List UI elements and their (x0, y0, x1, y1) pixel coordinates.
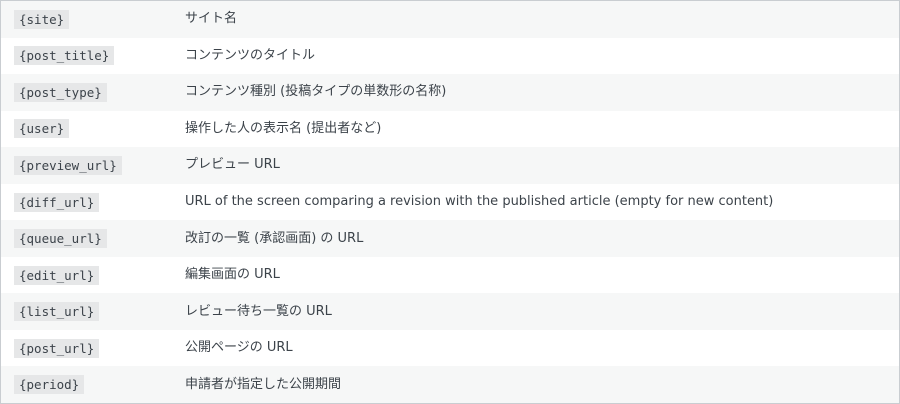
placeholder-cell: {site} (1, 9, 184, 29)
description-cell: サイト名 (185, 11, 238, 27)
placeholder-cell: {diff_url} (1, 192, 184, 212)
placeholder-cell: {edit_url} (1, 265, 184, 285)
table-row: {site} サイト名 (1, 1, 899, 38)
placeholder-cell: {post_title} (1, 46, 184, 66)
description-cell: レビュー待ち一覧の URL (185, 303, 332, 319)
placeholder-code: {diff_url} (14, 192, 100, 212)
placeholder-code: {user} (14, 119, 70, 139)
description-cell: 操作した人の表示名 (提出者など) (185, 120, 382, 136)
description-cell: 申請者が指定した公開期間 (185, 376, 342, 392)
description-cell: 編集画面の URL (185, 267, 280, 283)
placeholder-cell: {queue_url} (1, 229, 184, 249)
table-row: {period} 申請者が指定した公開期間 (1, 366, 899, 404)
table-row: {post_title} コンテンツのタイトル (1, 37, 899, 75)
placeholder-code: {post_url} (14, 338, 100, 358)
table-row: {edit_url} 編集画面の URL (1, 256, 899, 294)
placeholder-code: {queue_url} (14, 229, 107, 249)
placeholder-code: {site} (14, 9, 70, 29)
table-row: {diff_url} URL of the screen comparing a… (1, 183, 899, 221)
description-cell: コンテンツのタイトル (185, 47, 316, 63)
description-cell: コンテンツ種別 (投稿タイプの単数形の名称) (185, 84, 447, 100)
description-cell: URL of the screen comparing a revision w… (185, 194, 774, 209)
placeholder-table: {site} サイト名 {post_title} コンテンツのタイトル {pos… (0, 0, 900, 404)
placeholder-cell: {user} (1, 119, 184, 139)
description-cell: 公開ページの URL (185, 340, 293, 356)
placeholder-cell: {preview_url} (1, 155, 184, 175)
table-row: {preview_url} プレビュー URL (1, 147, 899, 184)
placeholder-cell: {period} (1, 375, 184, 395)
placeholder-code: {preview_url} (14, 155, 122, 175)
description-cell: 改訂の一覧 (承認画面) の URL (185, 230, 364, 246)
placeholder-cell: {list_url} (1, 302, 184, 322)
placeholder-code: {post_type} (14, 82, 107, 102)
table-row: {queue_url} 改訂の一覧 (承認画面) の URL (1, 220, 899, 257)
placeholder-code: {list_url} (14, 302, 100, 322)
table-row: {list_url} レビュー待ち一覧の URL (1, 293, 899, 330)
placeholder-cell: {post_type} (1, 82, 184, 102)
table-row: {post_type} コンテンツ種別 (投稿タイプの単数形の名称) (1, 74, 899, 111)
description-cell: プレビュー URL (185, 157, 280, 173)
placeholder-cell: {post_url} (1, 338, 184, 358)
placeholder-code: {period} (14, 375, 85, 395)
table-row: {post_url} 公開ページの URL (1, 329, 899, 367)
placeholder-code: {edit_url} (14, 265, 100, 285)
table-row: {user} 操作した人の表示名 (提出者など) (1, 110, 899, 148)
placeholder-code: {post_title} (14, 46, 115, 66)
